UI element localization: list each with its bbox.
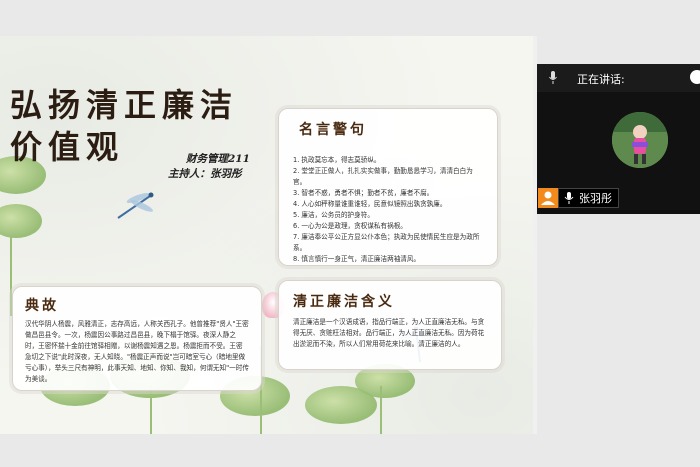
story-heading: 典故 <box>25 298 59 314</box>
mic-icon <box>549 71 557 84</box>
participant-name-box: 张羽彤 <box>558 188 619 208</box>
avatar <box>612 112 668 168</box>
list-item: 2. 堂堂正正做人，扎扎实实做事，勤勤恳恳学习，清清白白为官。 <box>293 167 473 186</box>
meaning-card: 清正廉洁含义 清正廉洁是一个汉语成语，指品行端正，为人正直廉洁无私。与贪得无厌、… <box>278 280 502 370</box>
shared-slide: 弘扬清正廉洁 价值观 财务管理211 主持人：张羽彤 名言警句 1. 执政莫忘本… <box>0 36 534 434</box>
lotus-stem-decoration <box>380 386 382 434</box>
person-icon <box>538 188 558 208</box>
participant-name-tag: 张羽彤 <box>538 188 619 208</box>
host-name: 主持人：张羽彤 <box>168 168 242 180</box>
list-item: 3. 智者不惑，勇者不惧；勤者不贫，廉者不腐。 <box>293 189 434 197</box>
participant-name: 张羽彤 <box>579 192 612 205</box>
quotes-list: 1. 执政莫忘本，得志莫骄纵。 2. 堂堂正正做人，扎扎实实做事，勤勤恳恳学习，… <box>293 155 483 265</box>
story-text: 汉代华阴人杨震，风雅清正，志存高远，人称关西孔子。他曾推荐"贤人"王密做昌邑县令… <box>25 320 249 383</box>
dragonfly-icon <box>117 192 154 219</box>
meeting-window: 弘扬清正廉洁 价值观 财务管理211 主持人：张羽彤 名言警句 1. 执政莫忘本… <box>0 0 700 467</box>
story-card: 典故 汉代华阴人杨震，风雅清正，志存高远，人称关西孔子。他曾推荐"贤人"王密做昌… <box>12 286 262 391</box>
quotes-card: 名言警句 1. 执政莫忘本，得志莫骄纵。 2. 堂堂正正做人，扎扎实实做事，勤勤… <box>278 108 498 266</box>
lotus-stem-decoration <box>150 386 152 434</box>
quotes-heading: 名言警句 <box>299 122 367 138</box>
mic-icon <box>564 192 574 204</box>
list-item: 8. 慎言慎行一身正气，清正廉洁两袖清风。 <box>293 255 421 263</box>
list-item: 1. 执政莫忘本，得志莫骄纵。 <box>293 156 381 164</box>
avatar-image <box>612 112 668 168</box>
speaking-label: 正在讲话: <box>577 73 625 86</box>
list-item: 7. 廉洁奉公平公正方显公仆本色；执政为民使情民生应是为政所系。 <box>293 233 480 252</box>
meaning-text: 清正廉洁是一个汉语成语，指品行端正，为人正直廉洁无私。与贪得无厌、贪赃枉法相对。… <box>293 318 485 348</box>
list-item: 4. 人心如秤称量谁重谁轻，民意似镜照出孰贪孰廉。 <box>293 200 447 208</box>
list-item: 5. 廉洁，公务员的护身符。 <box>293 211 374 219</box>
slide-title-line1: 弘扬清正廉洁 <box>10 86 239 124</box>
list-item: 6. 一心为公是政理，贪权谋私有祸根。 <box>293 222 407 230</box>
arrow-icon[interactable] <box>690 70 700 84</box>
slide-subtitle: 财务管理211 主持人：张羽彤 <box>168 152 250 182</box>
speaking-indicator: 正在讲话: <box>537 64 700 92</box>
class-name: 财务管理211 <box>186 153 250 165</box>
meaning-heading: 清正廉洁含义 <box>293 294 395 310</box>
